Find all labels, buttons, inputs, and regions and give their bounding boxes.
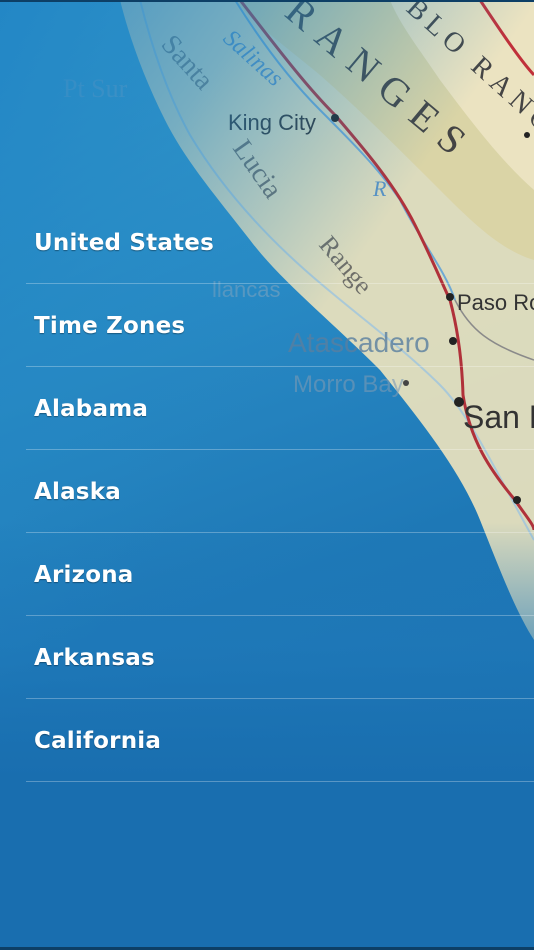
list-item-arizona[interactable]: Arizona [0, 533, 534, 616]
king-city-dot [331, 114, 339, 122]
list-item-label: California [34, 727, 162, 754]
list-item-label: Alaska [34, 478, 121, 505]
list-item-arkansas[interactable]: Arkansas [0, 616, 534, 699]
list-item-label: Arizona [34, 561, 134, 588]
top-border [0, 0, 534, 2]
list-item-alabama[interactable]: Alabama [0, 367, 534, 450]
list-item-label: Arkansas [34, 644, 155, 671]
dot-top [524, 132, 530, 138]
list-item-label: Alabama [34, 395, 149, 422]
list-item-california[interactable]: California [0, 699, 534, 782]
list-item-time-zones[interactable]: Time Zones [0, 284, 534, 367]
state-list: United States Time Zones Alabama Alaska … [0, 201, 534, 782]
list-item-united-states[interactable]: United States [0, 201, 534, 284]
app-screen: Pt Sur Santa Salinas King City Lucia RAN… [0, 0, 534, 950]
map-label-pt-sur: Pt Sur [63, 74, 128, 103]
map-label-king-city: King City [228, 110, 316, 135]
list-item-label: United States [34, 229, 214, 256]
list-item-alaska[interactable]: Alaska [0, 450, 534, 533]
map-label-r: R [372, 176, 387, 201]
list-item-label: Time Zones [34, 312, 186, 339]
